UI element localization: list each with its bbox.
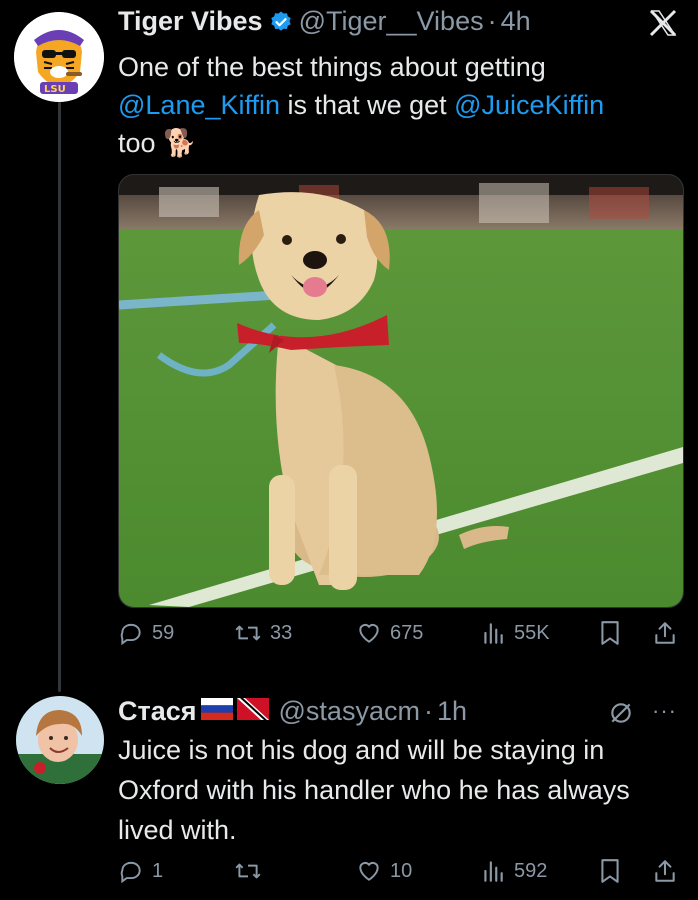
tweet-photo[interactable] [118, 174, 684, 608]
bookmark-icon [598, 858, 630, 884]
reply-text: Juice is not his dog and will be staying… [118, 735, 630, 845]
verified-badge-icon [269, 10, 293, 34]
mention-lane-kiffin[interactable]: @Lane_Kiffin [118, 90, 280, 120]
grok-icon[interactable] [608, 700, 634, 731]
reply-count: 1 [152, 859, 164, 882]
handle[interactable]: @Tiger__Vibes [299, 6, 484, 37]
like-button[interactable]: 10 [356, 858, 412, 884]
views-icon [480, 620, 514, 646]
views-button[interactable]: 592 [480, 858, 547, 884]
views-count: 592 [514, 859, 548, 882]
views-count: 55K [514, 621, 550, 644]
separator: · [487, 6, 497, 36]
thread-line [58, 102, 61, 692]
like-count: 675 [390, 621, 424, 644]
repost-button[interactable] [234, 858, 270, 884]
repost-button[interactable]: 33 [234, 620, 292, 646]
share-icon [652, 620, 686, 646]
reply-actions: 1 10 592 [118, 858, 684, 892]
tweet-actions: 59 33 675 55K [118, 620, 684, 654]
tweet-text-line2: @Lane_Kiffin is that we get @JuiceKiffin [118, 86, 678, 124]
bookmark-button[interactable] [598, 620, 630, 646]
lsu-logo-text: LSU [44, 84, 66, 95]
reply-button[interactable]: 1 [118, 858, 163, 884]
avatar[interactable] [16, 696, 104, 784]
like-icon [356, 620, 390, 646]
share-button[interactable] [652, 620, 686, 646]
timestamp[interactable]: 4h [501, 6, 531, 37]
display-name[interactable]: Tiger Vibes [118, 6, 263, 37]
mention-juice-kiffin[interactable]: @JuiceKiffin [454, 90, 604, 120]
views-icon [480, 858, 514, 884]
dog-on-field-image [119, 175, 683, 607]
dog-emoji: 🐕 [163, 128, 197, 158]
repost-icon [234, 620, 270, 646]
share-button[interactable] [652, 858, 686, 884]
repost-icon [234, 858, 270, 884]
like-button[interactable]: 675 [356, 620, 423, 646]
like-icon [356, 858, 390, 884]
views-button[interactable]: 55K [480, 620, 550, 646]
reply-header: Стася @stasyacm · 1h [118, 696, 467, 727]
bookmark-button[interactable] [598, 858, 630, 884]
tweet-text: One of the best things about getting @La… [118, 48, 678, 162]
share-icon [652, 858, 686, 884]
separator: · [423, 696, 433, 726]
main-tweet[interactable]: LSU Tiger Vibes @Tiger__Vibes · 4h One o… [0, 0, 698, 692]
reply-icon [118, 858, 152, 884]
reply-tweet[interactable]: Стася @stasyacm · 1h ··· Juice is not hi… [0, 690, 698, 900]
more-options-icon[interactable]: ··· [652, 698, 677, 724]
reply-count: 59 [152, 621, 175, 644]
avatar[interactable]: LSU [14, 12, 104, 102]
trinidad-flag-icon [236, 696, 269, 727]
x-logo-icon [648, 8, 678, 43]
tweet-text-middle: is that we get [280, 90, 455, 120]
reply-icon [118, 620, 152, 646]
reply-button[interactable]: 59 [118, 620, 174, 646]
russia-flag-icon [200, 696, 233, 727]
tiger-avatar-image: LSU [14, 12, 104, 102]
bookmark-icon [598, 620, 630, 646]
handle[interactable]: @stasyacm [279, 696, 420, 727]
user-avatar-image [16, 696, 104, 784]
timestamp[interactable]: 1h [437, 696, 467, 727]
tweet-header: Tiger Vibes @Tiger__Vibes · 4h [118, 6, 531, 37]
display-name[interactable]: Стася [118, 696, 197, 727]
tweet-text-line3: too 🐕 [118, 124, 678, 162]
tweet-text-end: too [118, 128, 156, 158]
repost-count: 33 [270, 621, 293, 644]
tweet-text-line1: One of the best things about getting [118, 52, 546, 82]
like-count: 10 [390, 859, 413, 882]
